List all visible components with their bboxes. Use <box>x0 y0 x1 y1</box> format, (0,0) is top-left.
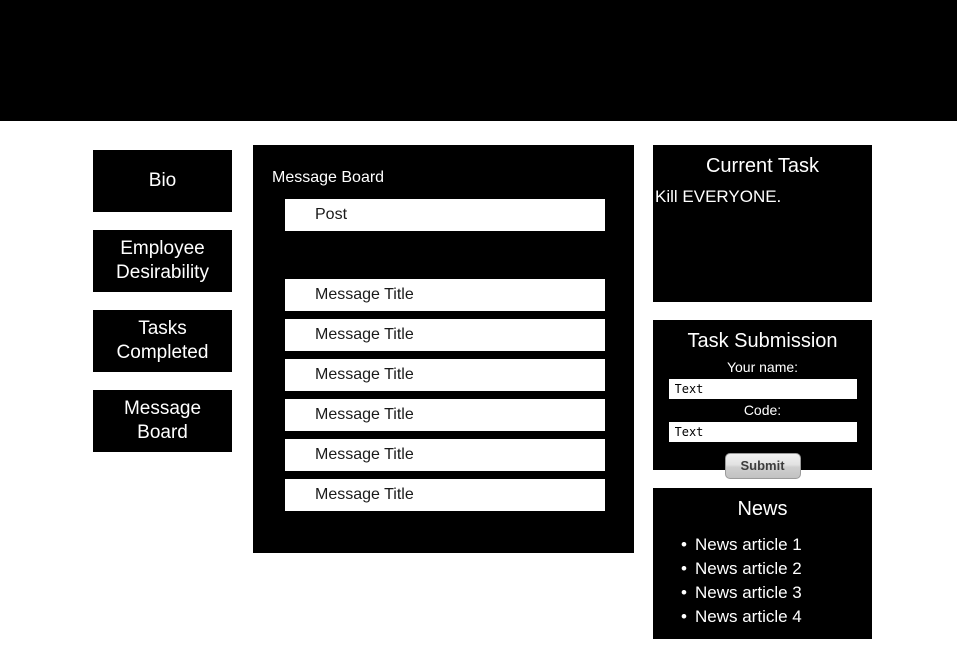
current-task-heading: Current Task <box>705 155 819 177</box>
sidebar-item-label: Bio <box>149 169 176 193</box>
message-list-item[interactable]: Message Title <box>285 439 605 471</box>
news-list: News article 1 News article 2 News artic… <box>653 533 872 629</box>
current-task-text: Kill EVERYONE. <box>655 187 782 206</box>
news-heading: News <box>737 498 788 520</box>
message-board-heading: Message Board <box>272 169 385 186</box>
message-list: Message Title Message Title Message Titl… <box>285 279 605 519</box>
submit-row: Submit <box>653 453 872 479</box>
message-board-panel: Message Board Post Message Title Message… <box>253 145 634 553</box>
message-list-item[interactable]: Message Title <box>285 279 605 311</box>
header-banner <box>0 0 957 121</box>
code-field[interactable] <box>667 421 858 443</box>
code-field-label: Code: <box>743 402 782 418</box>
message-list-item[interactable]: Message Title <box>285 359 605 391</box>
sidebar-item-line1: Bio <box>148 170 177 191</box>
sidebar-item-employee-desirability[interactable]: Employee Desirability <box>93 230 232 292</box>
news-list-item[interactable]: News article 3 <box>681 581 872 605</box>
name-field[interactable] <box>667 378 858 400</box>
sidebar-item-label: Tasks Completed <box>117 317 209 365</box>
sidebar-item-message-board[interactable]: Message Board <box>93 390 232 452</box>
news-list-item[interactable]: News article 4 <box>681 605 872 629</box>
sidebar-item-label: Message Board <box>99 397 226 445</box>
sidebar-item-bio[interactable]: Bio <box>93 150 232 212</box>
right-column: Current Task Kill EVERYONE. Task Submiss… <box>653 145 872 657</box>
sidebar-item-label: Employee Desirability <box>116 237 209 285</box>
news-list-item[interactable]: News article 1 <box>681 533 872 557</box>
sidebar-nav: Bio Employee Desirability Tasks Complete… <box>93 150 232 470</box>
sidebar-item-line1: Message Board <box>123 398 202 443</box>
sidebar-item-line1: Employee <box>120 238 205 259</box>
sidebar-item-line2: Completed <box>116 342 209 363</box>
task-submission-panel: Task Submission Your name: Code: Submit <box>653 320 872 479</box>
message-list-item[interactable]: Message Title <box>285 319 605 351</box>
submit-button[interactable]: Submit <box>724 453 801 479</box>
news-panel: News News article 1 News article 2 News … <box>653 488 872 639</box>
sidebar-item-line2: Desirability <box>116 262 209 283</box>
post-button[interactable]: Post <box>285 199 605 231</box>
current-task-panel: Current Task Kill EVERYONE. <box>653 145 872 302</box>
sidebar-item-line1: Tasks <box>138 318 187 339</box>
message-list-item[interactable]: Message Title <box>285 479 605 511</box>
task-submission-heading: Task Submission <box>687 330 838 352</box>
news-list-item[interactable]: News article 2 <box>681 557 872 581</box>
sidebar-item-tasks-completed[interactable]: Tasks Completed <box>93 310 232 372</box>
message-list-item[interactable]: Message Title <box>285 399 605 431</box>
name-field-label: Your name: <box>726 359 799 375</box>
